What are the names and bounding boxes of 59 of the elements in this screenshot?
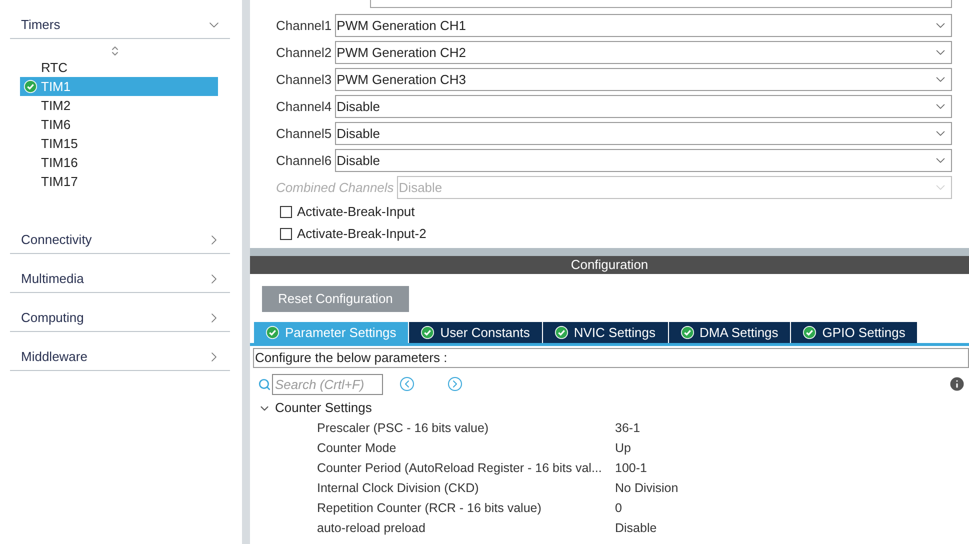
checkbox[interactable] <box>280 206 292 218</box>
parameter-name: Counter Period (AutoReload Register - 16 bits val... <box>317 460 603 477</box>
parameter-name: Prescaler (PSC - 16 bits value) <box>317 420 490 437</box>
info-icon[interactable] <box>948 375 966 393</box>
parameter-value: Up <box>615 440 631 457</box>
category-header[interactable]: Computing <box>10 305 230 332</box>
parameter-name: Internal Clock Division (CKD) <box>317 480 480 497</box>
settings-tab[interactable]: DMA Settings <box>668 322 790 343</box>
parameter-value: Disable <box>615 520 657 537</box>
checkbox-label: Activate-Break-Input-2 <box>297 225 426 244</box>
sort-arrows-icon[interactable] <box>109 45 121 57</box>
channel-select[interactable]: PWM Generation CH3 <box>334 68 952 91</box>
category-header[interactable]: Timers <box>10 12 230 39</box>
configuration-title-bar: Configuration <box>250 256 969 274</box>
check-circle-icon <box>680 326 694 339</box>
check-circle-icon <box>554 326 568 339</box>
parameter-value: No Division <box>615 480 678 497</box>
parameter-value: 100-1 <box>615 460 647 477</box>
settings-tab[interactable]: NVIC Settings <box>542 322 668 343</box>
timer-item[interactable]: RTC <box>20 58 218 77</box>
channel-select[interactable]: Disable <box>334 122 952 145</box>
channel-label: Channel4 <box>276 98 332 116</box>
settings-tab[interactable]: GPIO Settings <box>791 322 918 343</box>
check-circle-icon <box>421 326 434 339</box>
previous-button[interactable] <box>400 377 414 391</box>
category-header[interactable]: Multimedia <box>10 266 230 293</box>
check-circle-icon <box>24 80 36 93</box>
category-header[interactable]: Middleware <box>10 344 230 371</box>
channel-select[interactable]: PWM Generation CH2 <box>334 41 952 64</box>
search-icon <box>258 378 271 390</box>
channel-label: Channel5 <box>276 124 332 143</box>
search-field[interactable]: Search (Crtl+F) <box>272 374 383 394</box>
settings-tab[interactable]: User Constants <box>409 322 542 343</box>
description-field: Configure the below parameters : <box>253 348 969 368</box>
channel-label: Channel6 <box>276 152 332 170</box>
channel-label: Combined Channels <box>276 178 394 197</box>
channel-select[interactable]: Disable <box>334 95 952 118</box>
timer-item[interactable]: TIM6 <box>20 115 218 134</box>
parameter-name: Repetition Counter (RCR - 16 bits value) <box>317 500 542 517</box>
parameter-name: auto-reload preload <box>317 520 426 537</box>
timer-item[interactable]: TIM16 <box>20 153 218 172</box>
check-circle-icon <box>266 326 279 339</box>
timer-item[interactable]: TIM17 <box>20 172 218 191</box>
group-label: Counter Settings <box>275 399 372 418</box>
timer-item[interactable]: TIM2 <box>20 96 218 115</box>
checkbox[interactable] <box>280 228 292 240</box>
check-circle-icon <box>803 326 816 339</box>
channel-select[interactable]: PWM Generation CH1 <box>334 14 952 37</box>
next-button[interactable] <box>448 377 462 391</box>
channel-label: Channel3 <box>276 70 332 89</box>
parameter-value: 36-1 <box>615 420 640 437</box>
checkbox-label: Activate-Break-Input <box>297 203 415 222</box>
category-header[interactable]: Connectivity <box>10 227 230 254</box>
parameter-name: Counter Mode <box>317 440 398 457</box>
channel-label: Channel1 <box>276 16 332 35</box>
channel-label: Channel2 <box>276 44 332 62</box>
parameter-value: 0 <box>615 500 622 517</box>
timer-item[interactable]: TIM15 <box>20 134 218 153</box>
channel-select[interactable]: Disable <box>334 149 952 172</box>
